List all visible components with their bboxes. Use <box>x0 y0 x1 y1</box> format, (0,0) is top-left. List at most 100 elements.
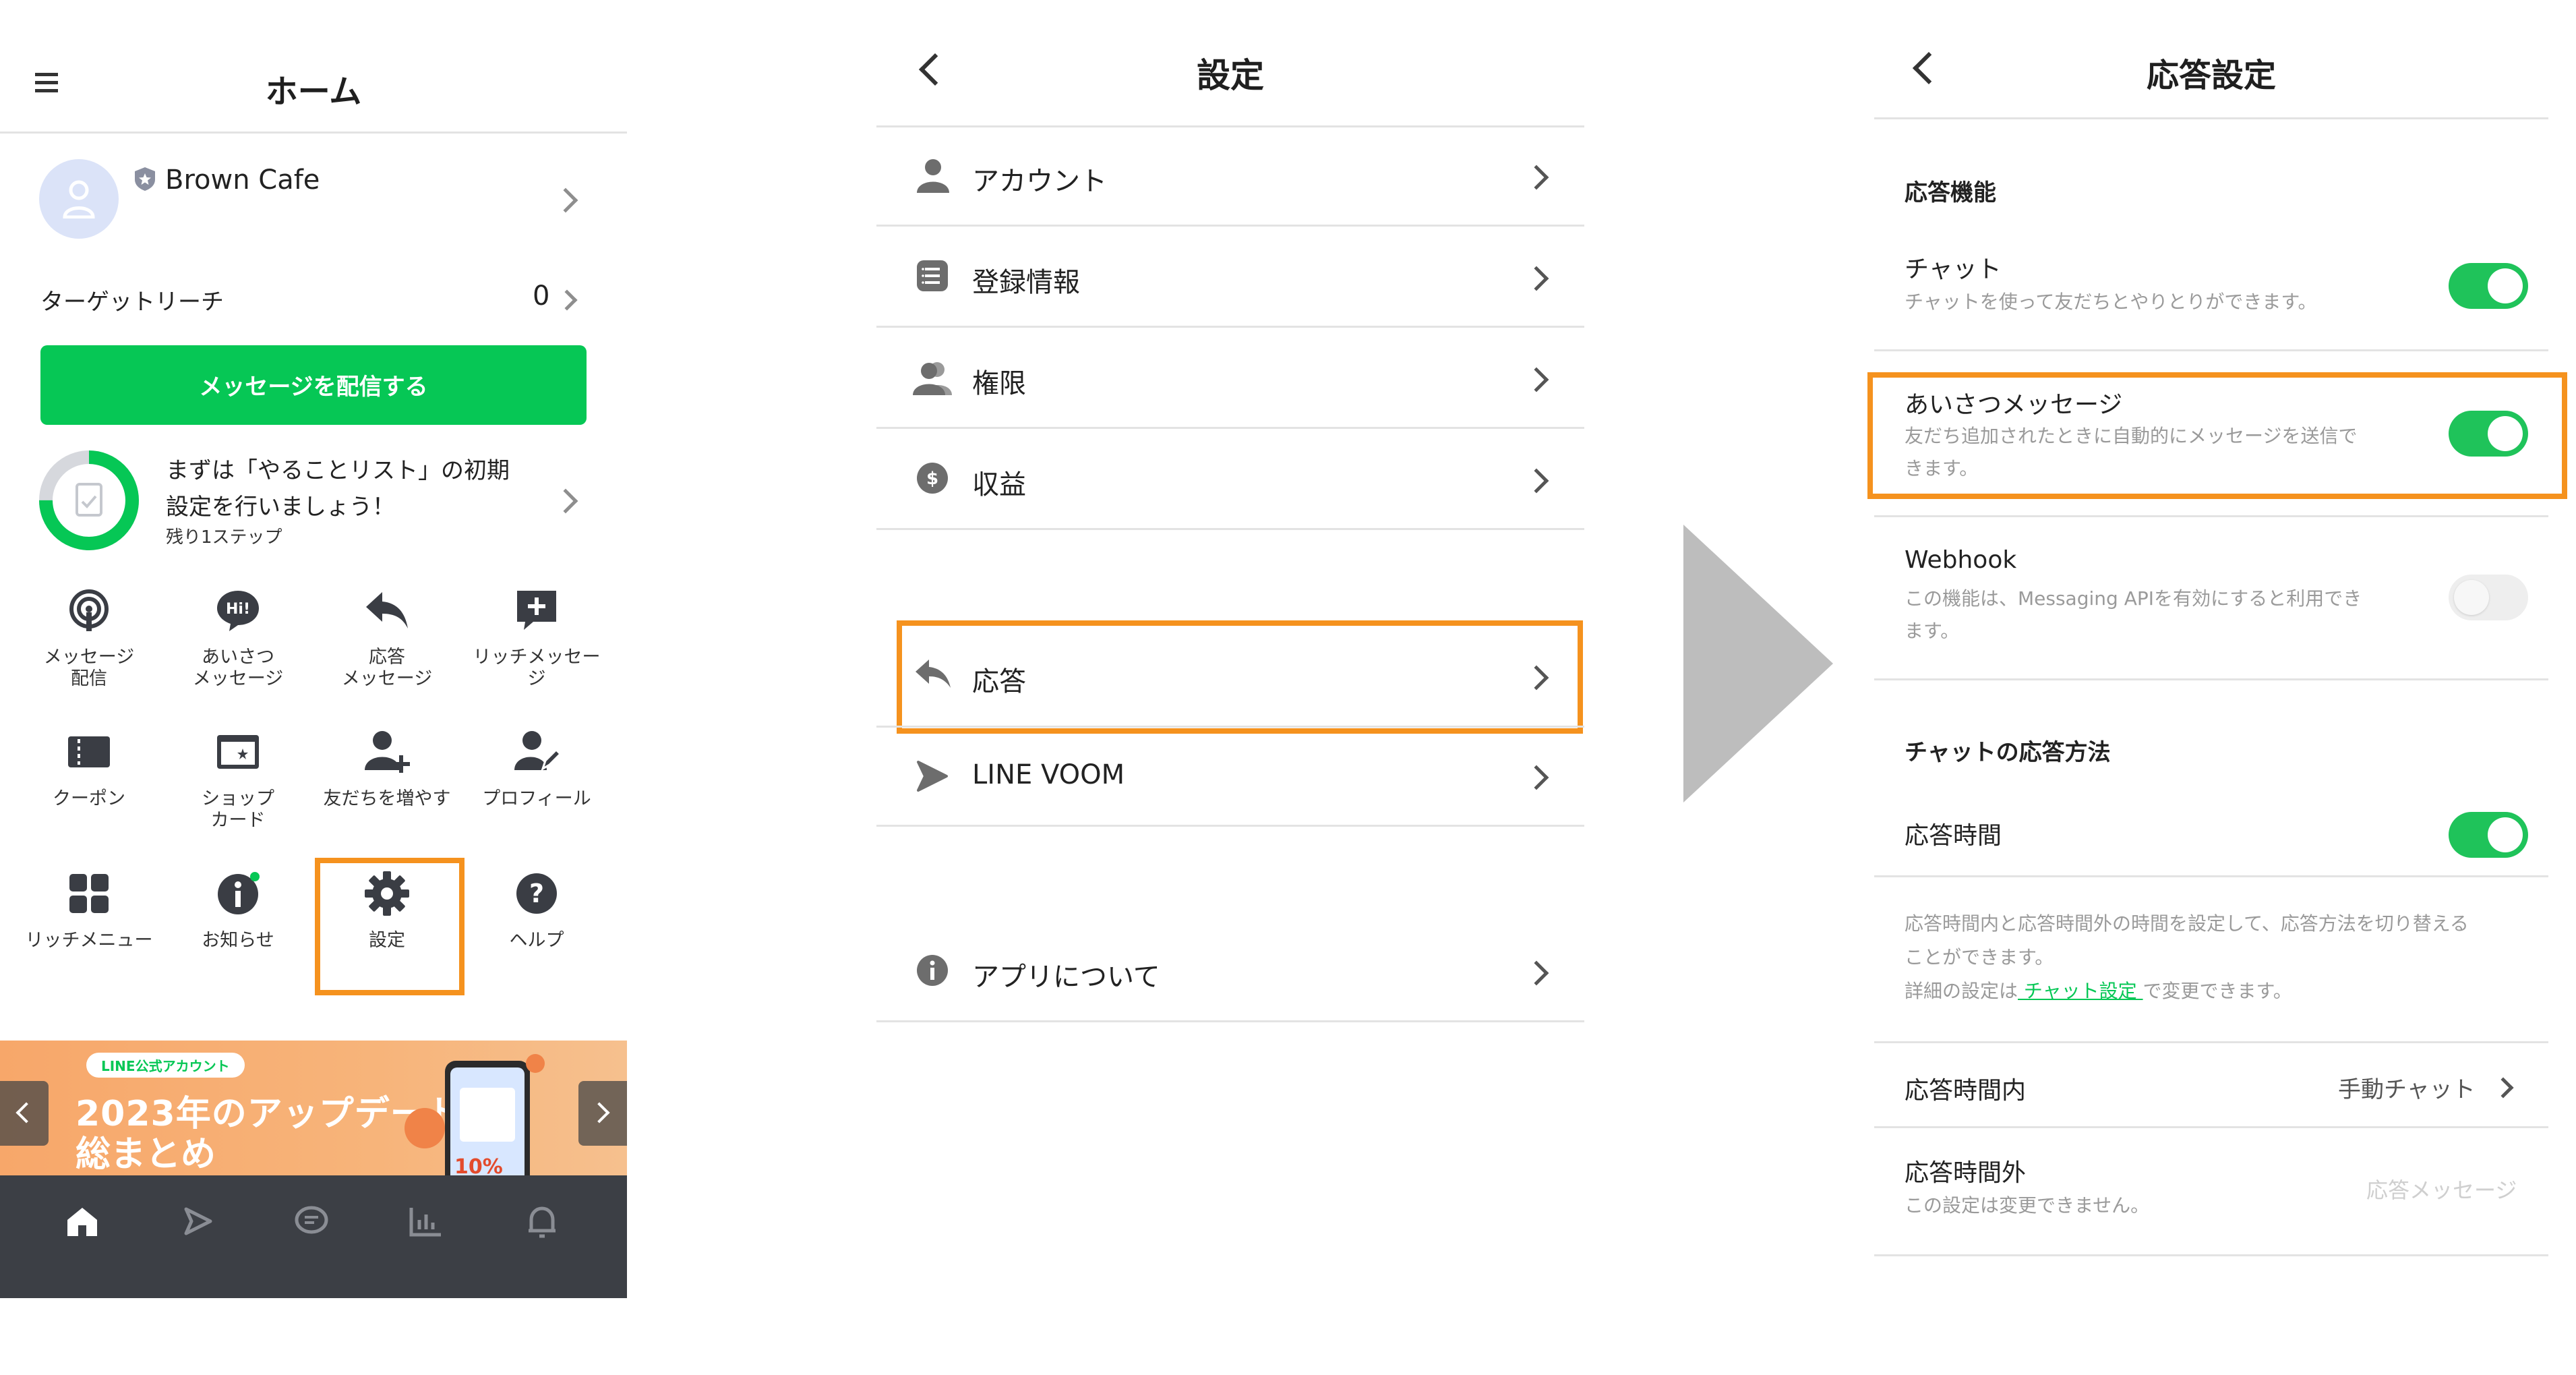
setting-description: チャットを使って友だちとやりとりができます。 <box>1905 291 2317 313</box>
menu-row-registration[interactable]: 登録情報 <box>876 227 1584 328</box>
todo-line2: 設定を行いましょう！ <box>166 494 395 521</box>
page-title: ホーム <box>265 73 362 111</box>
banner-badge: 10% <box>454 1155 503 1175</box>
menu-row-permissions[interactable]: 権限 <box>876 328 1584 429</box>
broadcast-button-label: メッセージを配信する <box>199 374 428 401</box>
reply-icon <box>363 587 411 634</box>
shortcut-help[interactable]: ? ヘルプ <box>462 870 611 998</box>
reply-hours-description-link-line: 詳細の設定は チャット設定 で変更できます。 <box>1905 975 2292 1007</box>
shortcut-label: プロフィール <box>482 788 591 809</box>
shortcut-label: ヘルプ <box>509 930 564 951</box>
chat-settings-link[interactable]: チャット設定 <box>2018 980 2143 1002</box>
section-heading-chat-reply-method: チャットの応答方法 <box>1905 739 2111 766</box>
setting-label: 応答時間 <box>1905 822 2002 850</box>
setting-label: Webhook <box>1905 546 2017 574</box>
menu-row-label: アプリについて <box>972 962 1160 993</box>
permissions-icon <box>913 362 952 395</box>
chevron-right-icon <box>1524 165 1549 190</box>
chevron-right-icon <box>1524 960 1549 986</box>
reply-settings-panel: 応答設定 応答機能 チャット チャットを使って友だちとやりとりができます。 あい… <box>1867 0 2576 1298</box>
shortcut-add-friends[interactable]: 友だちを増やす <box>313 728 461 856</box>
setting-row-in-hours[interactable]: 応答時間内 手動チャット <box>1874 1043 2548 1128</box>
settings-panel: 設定 アカウント 登録情報 権限 $ 収益 応答 LINE VOOM アプリにつ… <box>876 0 1584 1079</box>
greeting-icon: Hi! <box>214 587 262 634</box>
shortcut-profile[interactable]: プロフィール <box>462 728 611 856</box>
menu-row-label: アカウント <box>972 166 1107 197</box>
account-row[interactable]: Brown Cafe <box>0 142 627 256</box>
chevron-right-icon <box>1524 266 1549 291</box>
shortcut-label: リッチメニュー <box>25 930 153 951</box>
voom-icon[interactable] <box>179 1202 217 1240</box>
menu-row-label: 収益 <box>972 469 1026 500</box>
rich-menu-icon <box>65 870 113 917</box>
setting-label: チャット <box>1905 256 2002 283</box>
menu-row-about[interactable]: アプリについて <box>876 921 1584 1022</box>
registration-info-icon <box>917 260 948 291</box>
menu-row-line-voom[interactable]: LINE VOOM <box>876 726 1584 827</box>
greeting-highlight <box>1867 372 2567 499</box>
chevron-right-icon <box>1524 765 1549 790</box>
notification-icon[interactable] <box>523 1202 561 1240</box>
todo-card[interactable]: まずは「やることリスト」の初期 設定を行いましょう！ 残り1ステップ <box>0 445 627 560</box>
chevron-right-icon <box>1524 468 1549 494</box>
banner-carousel[interactable]: LINE公式アカウント 2023年のアップデート 総まとめ 10% <box>0 1041 627 1175</box>
settings-highlight <box>315 858 465 995</box>
account-name: Brown Cafe <box>165 165 320 196</box>
home-icon[interactable] <box>63 1202 101 1240</box>
reply-highlight <box>897 620 1583 734</box>
chat-toggle[interactable] <box>2449 263 2528 309</box>
todo-remaining: 残り1ステップ <box>166 527 282 548</box>
banner-next-button[interactable] <box>578 1081 627 1146</box>
banner-prev-button[interactable] <box>0 1081 49 1146</box>
shortcut-rich-message[interactable]: リッチメッセージ <box>462 587 611 715</box>
setting-row-reply-hours: 応答時間 <box>1874 796 2548 877</box>
shortcut-label: 友だちを増やす <box>323 788 451 809</box>
account-icon <box>917 159 949 193</box>
page-title: 応答設定 <box>2146 57 2276 94</box>
reply-hours-toggle[interactable] <box>2449 812 2528 858</box>
shortcut-label: メッセージ <box>341 668 433 689</box>
in-hours-value: 手動チャット <box>2338 1076 2476 1103</box>
shortcut-reply[interactable]: 応答 メッセージ <box>313 587 461 715</box>
flower-decoration-icon <box>405 1108 445 1148</box>
shortcut-rich-menu[interactable]: リッチメニュー <box>15 870 163 998</box>
section-heading-reply-features: 応答機能 <box>1905 179 1996 206</box>
avatar-person-icon <box>63 180 95 218</box>
webhook-toggle[interactable] <box>2449 575 2528 620</box>
chevron-right-icon <box>553 187 578 213</box>
chevron-right-icon <box>553 488 578 514</box>
setting-label: 応答時間外 <box>1905 1159 2027 1187</box>
profile-icon <box>513 728 562 776</box>
shortcut-info[interactable]: お知らせ <box>164 870 312 998</box>
target-reach-value: 0 <box>533 281 550 312</box>
menu-row-label: 権限 <box>972 368 1026 399</box>
chevron-right-icon <box>556 289 578 311</box>
chevron-right-icon <box>1524 367 1549 392</box>
shortcut-greeting[interactable]: Hi! あいさつ メッセージ <box>164 587 312 715</box>
chevron-right-icon <box>2492 1077 2514 1099</box>
todo-line1: まずは「やることリスト」の初期 <box>166 457 510 484</box>
shortcut-label: ジ <box>527 668 546 689</box>
svg-text:Hi!: Hi! <box>226 601 250 618</box>
broadcast-message-button[interactable]: メッセージを配信する <box>40 345 587 425</box>
target-reach-row[interactable]: ターゲットリーチ 0 <box>0 276 627 324</box>
shortcut-label: カード <box>210 810 266 831</box>
bottom-nav <box>0 1175 627 1298</box>
shortcut-grid: メッセージ 配信 Hi! あいさつ メッセージ 応答 メッセージ リッチメッセージクーポン ショ… <box>0 587 627 1005</box>
menu-row-revenue[interactable]: $ 収益 <box>876 429 1584 530</box>
chat-icon[interactable] <box>293 1202 330 1240</box>
banner-phone-image: 10% <box>445 1061 530 1175</box>
menu-row-account[interactable]: アカウント <box>876 125 1584 227</box>
avatar <box>39 159 119 239</box>
rich-message-icon <box>513 587 560 634</box>
svg-text:$: $ <box>926 469 938 489</box>
shortcut-label: 配信 <box>71 668 107 689</box>
coupon-icon <box>65 728 113 776</box>
insight-icon[interactable] <box>407 1202 445 1240</box>
shortcut-broadcast[interactable]: メッセージ 配信 <box>15 587 163 715</box>
shortcut-coupon[interactable]: クーポン <box>15 728 163 856</box>
shortcut-label: お知らせ <box>202 930 274 951</box>
reply-hours-description: 応答時間内と応答時間外の時間を設定して、応答方法を切り替える <box>1905 912 2469 935</box>
line-voom-icon <box>917 761 948 792</box>
shortcut-shop-card[interactable]: ショップ カード <box>164 728 312 856</box>
